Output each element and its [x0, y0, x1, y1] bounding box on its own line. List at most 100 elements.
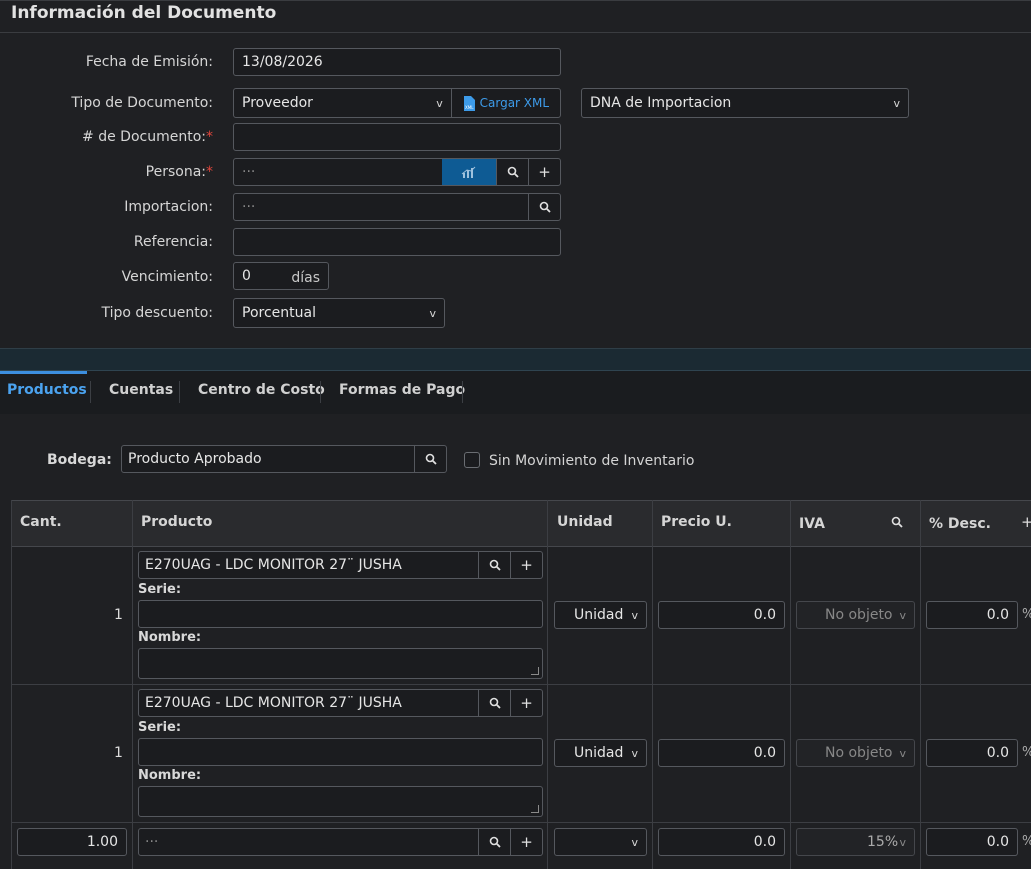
- chevron-down-icon: v: [893, 96, 900, 110]
- row-cant: 1: [114, 607, 123, 623]
- tab-productos[interactable]: Productos: [7, 382, 87, 398]
- vencimiento-value: 0: [242, 268, 251, 284]
- producto-add-button[interactable]: +: [510, 552, 542, 578]
- cargar-xml-button[interactable]: XML Cargar XML: [450, 89, 560, 117]
- col-cant: Cant.: [20, 514, 62, 530]
- serie-input[interactable]: [138, 738, 543, 766]
- new-iva-value: 15%: [867, 834, 899, 850]
- percent-sign: %: [1022, 834, 1031, 849]
- chevron-down-icon: v: [631, 835, 638, 849]
- bodega-group: Producto Aprobado: [121, 445, 447, 473]
- plus-icon[interactable]: +: [1021, 513, 1031, 531]
- tab-divider: [462, 381, 463, 403]
- col-producto: Producto: [141, 514, 213, 530]
- sin-movimiento-label: Sin Movimiento de Inventario: [489, 453, 695, 469]
- tab-formas-de-pago[interactable]: Formas de Pago: [339, 382, 465, 398]
- nombre-textarea[interactable]: [138, 786, 543, 817]
- required-mark: *: [206, 164, 213, 180]
- chevron-down-icon: v: [899, 608, 906, 622]
- col-iva: IVA: [799, 516, 825, 532]
- col-desc: % Desc.: [929, 516, 991, 532]
- precio-input[interactable]: 0.0: [658, 601, 785, 629]
- bodega-search-button[interactable]: [414, 446, 446, 472]
- fecha-input[interactable]: 13/08/2026: [233, 48, 561, 76]
- new-producto-search-button[interactable]: [478, 829, 510, 855]
- unidad-select[interactable]: Unidad v: [554, 739, 647, 767]
- iva-select[interactable]: No objeto v: [796, 601, 915, 629]
- unidad-select[interactable]: Unidad v: [554, 601, 647, 629]
- vencimiento-unit: días: [291, 270, 320, 286]
- tab-divider: [90, 381, 91, 403]
- resize-grip-icon: [531, 667, 539, 675]
- tipo-descuento-value: Porcentual: [242, 305, 316, 321]
- new-producto-add-button[interactable]: +: [510, 829, 542, 855]
- active-tab-indicator: [0, 371, 87, 374]
- persona-xml-button[interactable]: [441, 159, 497, 185]
- new-producto-input[interactable]: ···: [139, 829, 478, 855]
- plus-icon: +: [520, 556, 533, 574]
- sin-movimiento-checkbox[interactable]: [464, 452, 480, 468]
- tab-cuentas[interactable]: Cuentas: [109, 382, 173, 398]
- producto-add-button[interactable]: +: [510, 690, 542, 716]
- referencia-input[interactable]: [233, 228, 561, 256]
- tab-centro-de-costo[interactable]: Centro de Costo: [198, 382, 325, 398]
- chevron-down-icon: v: [631, 608, 638, 622]
- producto-input[interactable]: E270UAG - LDC MONITOR 27¨ JUSHA: [139, 690, 478, 716]
- search-icon: [489, 559, 501, 571]
- serie-label: Serie:: [138, 582, 182, 597]
- new-producto-group: ··· +: [138, 828, 543, 856]
- page-title: Información del Documento: [11, 3, 277, 23]
- nombre-label: Nombre:: [138, 768, 202, 783]
- new-desc-input[interactable]: 0.0: [926, 828, 1018, 856]
- tipo-descuento-select[interactable]: Porcentual v: [233, 298, 445, 328]
- referencia-label: Referencia:: [133, 234, 213, 250]
- desc-input[interactable]: 0.0: [926, 601, 1018, 629]
- persona-search-button[interactable]: [496, 159, 528, 185]
- nombre-textarea[interactable]: [138, 648, 543, 679]
- col-unidad: Unidad: [557, 514, 613, 530]
- iva-value: No objeto: [825, 607, 893, 623]
- chevron-down-icon: v: [429, 306, 436, 320]
- desc-input[interactable]: 0.0: [926, 739, 1018, 767]
- tab-divider: [179, 381, 180, 403]
- vencimiento-input[interactable]: 0 días: [233, 262, 329, 290]
- producto-group: E270UAG - LDC MONITOR 27¨ JUSHA +: [138, 689, 543, 717]
- dna-value: DNA de Importacion: [590, 95, 732, 111]
- search-icon: [489, 697, 501, 709]
- bodega-input[interactable]: Producto Aprobado: [122, 446, 414, 472]
- resize-grip-icon: [531, 805, 539, 813]
- row-cant: 1: [114, 745, 123, 761]
- tipo-documento-select[interactable]: Proveedor v: [234, 89, 451, 117]
- serie-label: Serie:: [138, 720, 182, 735]
- new-row-cant-input[interactable]: 1.00: [17, 828, 127, 856]
- search-icon: [425, 453, 437, 465]
- row-divider: [11, 822, 1031, 823]
- col-precio: Precio U.: [661, 514, 732, 530]
- num-documento-input[interactable]: [233, 123, 561, 151]
- vencimiento-label: Vencimiento:: [121, 269, 213, 285]
- importacion-input[interactable]: ···: [234, 194, 528, 220]
- iva-search-icon[interactable]: [891, 516, 903, 528]
- persona-add-button[interactable]: +: [528, 159, 560, 185]
- search-icon: [507, 166, 519, 178]
- dna-select[interactable]: DNA de Importacion v: [581, 88, 909, 118]
- tab-divider: [320, 381, 321, 403]
- num-documento-label: # de Documento:*: [82, 129, 213, 145]
- plus-icon: +: [520, 694, 533, 712]
- new-unidad-select[interactable]: v: [554, 828, 647, 856]
- precio-input[interactable]: 0.0: [658, 739, 785, 767]
- percent-sign: %: [1022, 745, 1031, 760]
- search-icon: [539, 201, 551, 213]
- bodega-label: Bodega:: [47, 452, 112, 468]
- iva-select[interactable]: No objeto v: [796, 739, 915, 767]
- serie-input[interactable]: [138, 600, 543, 628]
- persona-input[interactable]: ···: [234, 159, 442, 185]
- producto-search-button[interactable]: [478, 552, 510, 578]
- producto-input[interactable]: E270UAG - LDC MONITOR 27¨ JUSHA: [139, 552, 478, 578]
- tipo-documento-value: Proveedor: [242, 95, 313, 111]
- producto-search-button[interactable]: [478, 690, 510, 716]
- importacion-search-button[interactable]: [528, 194, 560, 220]
- new-iva-select[interactable]: 15% v: [796, 828, 915, 856]
- new-precio-input[interactable]: 0.0: [658, 828, 785, 856]
- xml-file-icon: XML: [463, 95, 475, 111]
